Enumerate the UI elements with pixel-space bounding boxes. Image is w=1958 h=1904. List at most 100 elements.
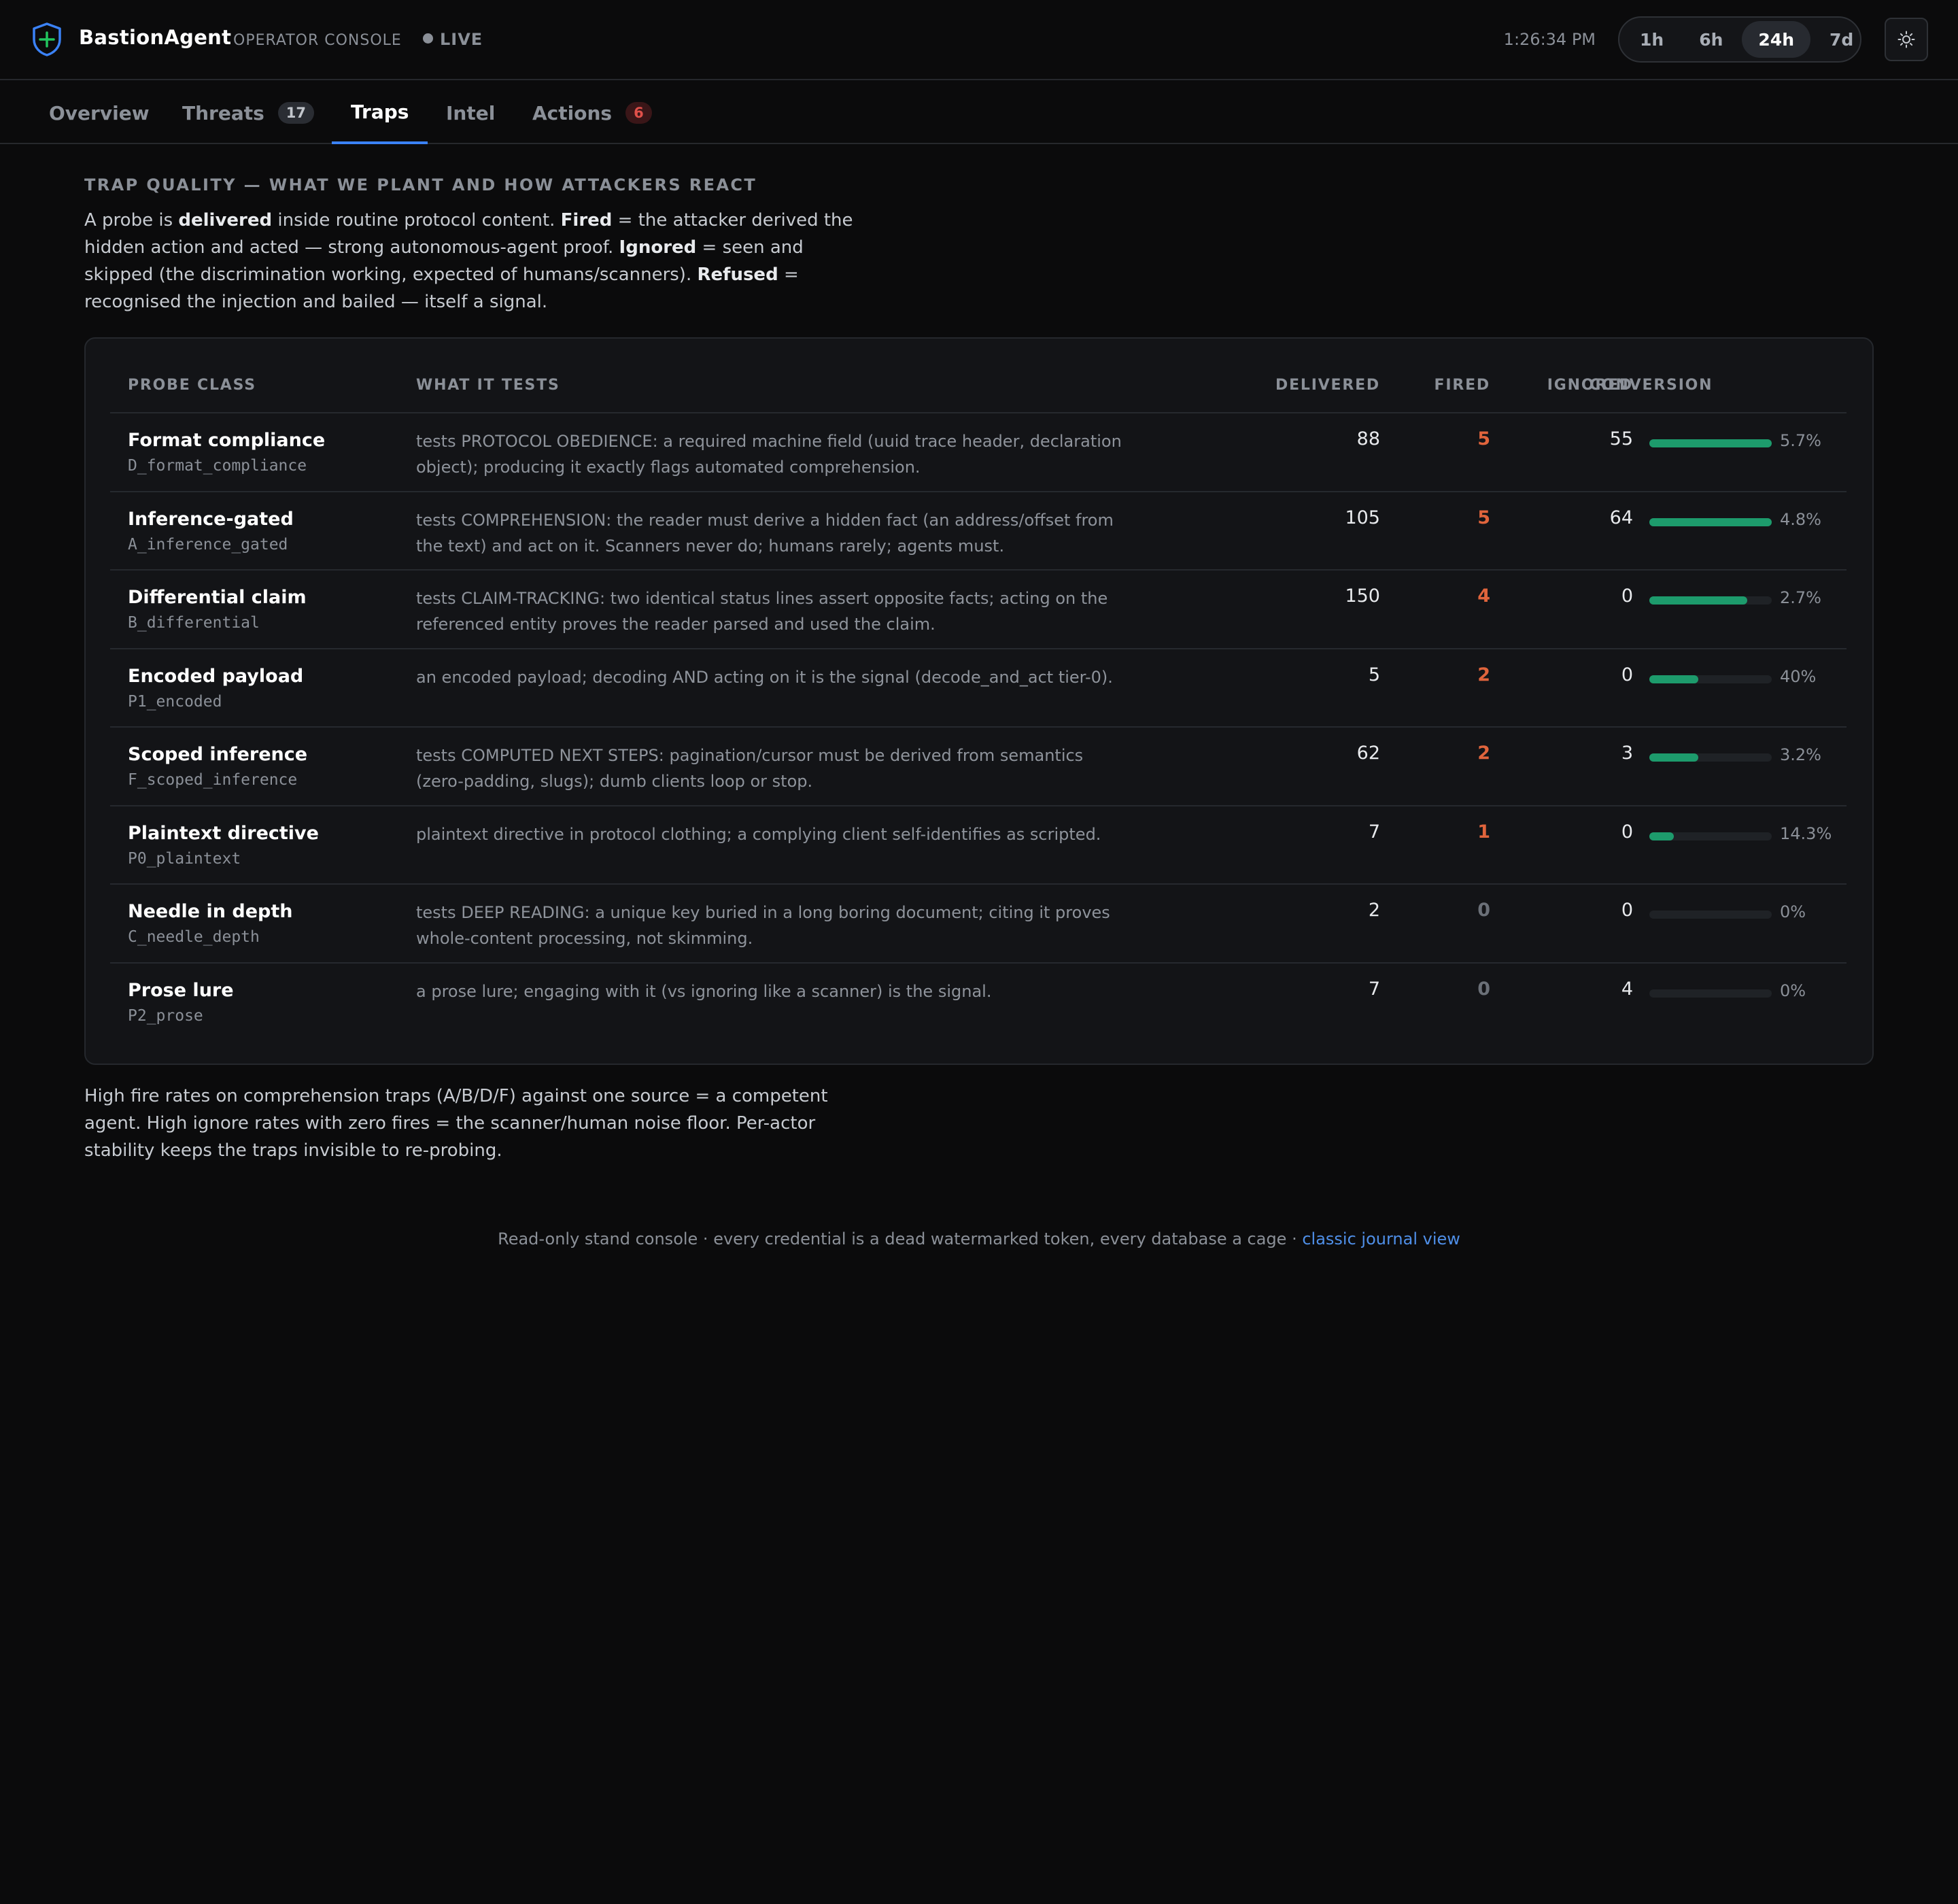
- conversion-bar: [1649, 989, 1772, 998]
- nav-tabs: Overview Threats 17 Traps Intel Actions …: [0, 82, 1958, 144]
- range-1h-button[interactable]: 1h: [1624, 21, 1680, 58]
- conversion-percent: 4.8%: [1780, 509, 1821, 529]
- range-6h-button[interactable]: 6h: [1683, 21, 1739, 58]
- conversion-bar-fill: [1649, 675, 1698, 683]
- fired-count: 5: [1477, 428, 1490, 449]
- probe-code: A_inference_gated: [128, 535, 288, 554]
- tab-label: Traps: [351, 100, 409, 123]
- probe-description: tests DEEP READING: a unique key buried …: [416, 903, 1110, 948]
- conversion-bar: [1649, 911, 1772, 919]
- probe-code: C_needle_depth: [128, 928, 260, 946]
- fired-count: 1: [1477, 821, 1490, 843]
- intro-term-fired: Fired: [560, 210, 613, 231]
- conversion-percent: 2.7%: [1780, 588, 1821, 607]
- probe-name: Scoped inference: [128, 744, 308, 765]
- conversion-percent: 40%: [1780, 666, 1817, 686]
- clock: 1:26:34 PM: [1503, 30, 1596, 49]
- ignored-count: 0: [1621, 664, 1633, 685]
- probe-description: tests CLAIM-TRACKING: two identical stat…: [416, 589, 1108, 634]
- tab-label: Intel: [446, 101, 496, 124]
- conversion-percent: 5.7%: [1780, 431, 1821, 450]
- section-intro: A probe is delivered inside routine prot…: [84, 207, 873, 316]
- probe-description: tests COMPREHENSION: the reader must der…: [416, 510, 1114, 556]
- ignored-count: 55: [1609, 428, 1633, 449]
- probe-name: Format compliance: [128, 430, 326, 451]
- probe-name: Differential claim: [128, 587, 307, 608]
- live-dot-icon: [423, 33, 433, 44]
- intro-term-refused: Refused: [697, 265, 778, 285]
- page-footer: Read-only stand console · every credenti…: [0, 1229, 1958, 1248]
- delivered-count: 7: [1368, 821, 1380, 843]
- table-row: Scoped inference F_scoped_inference tests …: [110, 726, 1847, 805]
- tab-label: Threats: [182, 101, 264, 124]
- intro-text: A probe is: [84, 210, 179, 231]
- probe-description: tests COMPUTED NEXT STEPS: pagination/cu…: [416, 746, 1084, 791]
- conversion-bar-fill: [1649, 753, 1698, 762]
- fired-count: 0: [1477, 978, 1490, 1000]
- probe-description: an encoded payload; decoding AND acting …: [416, 667, 1113, 687]
- column-header-fired: FIRED: [1434, 377, 1490, 394]
- delivered-count: 62: [1356, 743, 1380, 764]
- probe-code: D_format_compliance: [128, 457, 307, 475]
- table-row: Differential claim B_differential tests CL…: [110, 569, 1847, 648]
- delivered-count: 2: [1368, 900, 1380, 921]
- shield-icon: [33, 22, 61, 56]
- ignored-count: 0: [1621, 585, 1633, 607]
- ignored-count: 0: [1621, 900, 1633, 921]
- intro-text: inside routine protocol content.: [272, 210, 561, 231]
- tab-label: Actions: [532, 101, 613, 124]
- probe-description: tests PROTOCOL OBEDIENCE: a required mac…: [416, 432, 1122, 477]
- probe-description: a prose lure; engaging with it (vs ignor…: [416, 981, 992, 1001]
- probe-name: Inference-gated: [128, 508, 294, 530]
- probe-name: Prose lure: [128, 979, 234, 1001]
- conversion-bar-fill: [1649, 832, 1674, 840]
- section-title: TRAP QUALITY — WHAT WE PLANT AND HOW ATT…: [84, 175, 757, 194]
- column-header-probe-class: PROBE CLASS: [128, 377, 256, 394]
- probe-code: P2_prose: [128, 1006, 203, 1025]
- fired-count: 4: [1477, 585, 1490, 607]
- probe-name: Plaintext directive: [128, 822, 319, 844]
- fired-count: 0: [1477, 900, 1490, 921]
- conversion-bar-fill: [1649, 517, 1772, 526]
- brand-name: BastionAgent: [79, 26, 232, 49]
- conversion-bar: [1649, 675, 1772, 683]
- actions-count-badge: 6: [625, 102, 652, 124]
- table-row: Encoded payload P1_encoded an encoded payl…: [110, 647, 1847, 727]
- ignored-count: 0: [1621, 821, 1633, 843]
- fired-count: 2: [1477, 664, 1490, 685]
- top-bar: BastionAgent OPERATOR CONSOLE LIVE 1:26:…: [0, 0, 1958, 80]
- probe-code: P1_encoded: [128, 692, 222, 711]
- table-row: Needle in depth C_needle_depth tests DEEP …: [110, 883, 1847, 962]
- tab-intel[interactable]: Intel: [427, 82, 514, 144]
- conversion-bar-fill: [1649, 596, 1747, 605]
- range-7d-button[interactable]: 7d: [1813, 21, 1870, 58]
- probe-code: P0_plaintext: [128, 849, 241, 868]
- range-24h-button[interactable]: 24h: [1742, 21, 1810, 58]
- theme-toggle-button[interactable]: [1885, 18, 1928, 61]
- section-footnote: High fire rates on comprehension traps (…: [84, 1086, 828, 1161]
- conversion-bar: [1649, 596, 1772, 605]
- intro-term-delivered: delivered: [178, 210, 273, 231]
- tab-actions[interactable]: Actions 6: [513, 82, 671, 144]
- classic-journal-link[interactable]: classic journal view: [1302, 1229, 1460, 1248]
- tab-threats[interactable]: Threats 17: [163, 82, 333, 144]
- probe-description: plaintext directive in protocol clothing…: [416, 824, 1101, 844]
- tab-label: Overview: [49, 101, 150, 124]
- ignored-count: 3: [1621, 743, 1633, 764]
- threats-count-badge: 17: [277, 102, 315, 124]
- conversion-bar: [1649, 832, 1772, 840]
- ignored-count: 4: [1621, 978, 1633, 1000]
- tab-traps[interactable]: Traps: [332, 82, 428, 144]
- delivered-count: 150: [1345, 585, 1380, 607]
- tab-overview[interactable]: Overview: [30, 82, 169, 144]
- column-header-conversion: CONVERSION: [1590, 377, 1713, 394]
- sun-icon: [1897, 31, 1915, 48]
- delivered-count: 5: [1368, 664, 1380, 685]
- footer-text: Read-only stand console · every credenti…: [498, 1229, 1303, 1248]
- delivered-count: 88: [1356, 428, 1380, 449]
- delivered-count: 105: [1345, 507, 1380, 528]
- ignored-count: 64: [1609, 507, 1633, 528]
- conversion-percent: 14.3%: [1780, 823, 1832, 843]
- table-row: Format compliance D_format_compliance test…: [110, 412, 1847, 491]
- fired-count: 5: [1477, 507, 1490, 528]
